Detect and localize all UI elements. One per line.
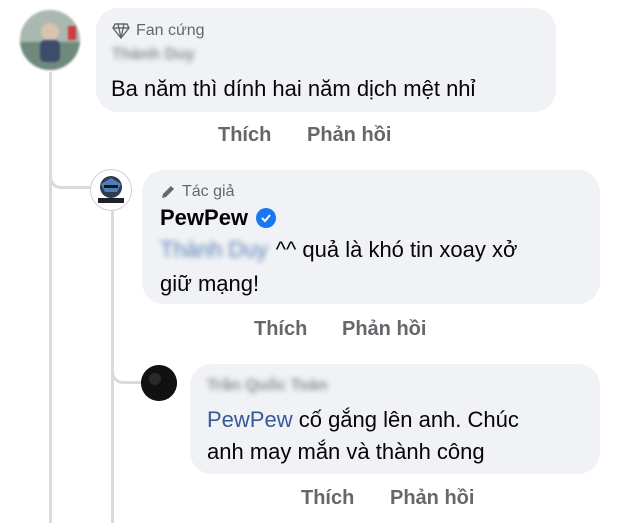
badge-label: Tác giả — [182, 183, 235, 200]
like-button[interactable]: Thích — [218, 124, 271, 147]
avatar-photo-icon — [141, 365, 177, 401]
replier-avatar[interactable] — [141, 365, 177, 401]
author-name[interactable]: PewPew — [160, 205, 277, 231]
mention-link[interactable]: PewPew — [207, 407, 293, 432]
reply-text-line1: PewPew cố gắng lên anh. Chúc — [207, 403, 519, 437]
avatar-photo-icon — [20, 10, 80, 70]
reply-text: cố gắng lên anh. Chúc — [298, 407, 519, 432]
thread-elbow-reply2 — [111, 345, 142, 384]
reply-button[interactable]: Phản hồi — [390, 487, 474, 510]
badge-label: Fan cứng — [136, 22, 205, 39]
like-button[interactable]: Thích — [254, 318, 307, 341]
verified-icon — [256, 208, 277, 228]
author-avatar[interactable] — [90, 169, 132, 211]
commenter-avatar[interactable] — [20, 10, 80, 70]
reply-text-line2: giữ mạng! — [160, 271, 260, 296]
mention-link[interactable]: Thành Duy — [160, 233, 268, 267]
author-badge: Tác giả — [160, 183, 234, 201]
reply-button[interactable]: Phản hồi — [342, 318, 426, 341]
pewpew-logo-icon — [98, 176, 124, 203]
commenter-name[interactable]: Thành Duy — [112, 46, 195, 64]
comment-text: Ba năm thì dính hai năm dịch mệt nhỉ — [111, 76, 476, 101]
pencil-icon — [162, 186, 174, 198]
replier-name[interactable]: Trần Quốc Toàn — [207, 377, 328, 395]
thread-line-main — [49, 72, 52, 523]
fan-badge: Fan cứng — [112, 22, 205, 40]
diamond-icon — [112, 23, 130, 39]
thread-elbow-reply1 — [49, 150, 90, 189]
reply-button[interactable]: Phản hồi — [307, 124, 391, 147]
author-name-label: PewPew — [160, 205, 249, 230]
reply-text-line1: Thành Duy ^^ quả là khó tin xoay xở — [160, 233, 517, 267]
reply-text: ^^ quả là khó tin xoay xở — [275, 237, 518, 262]
like-button[interactable]: Thích — [301, 487, 354, 510]
reply-text-line2: anh may mắn và thành công — [207, 439, 485, 464]
